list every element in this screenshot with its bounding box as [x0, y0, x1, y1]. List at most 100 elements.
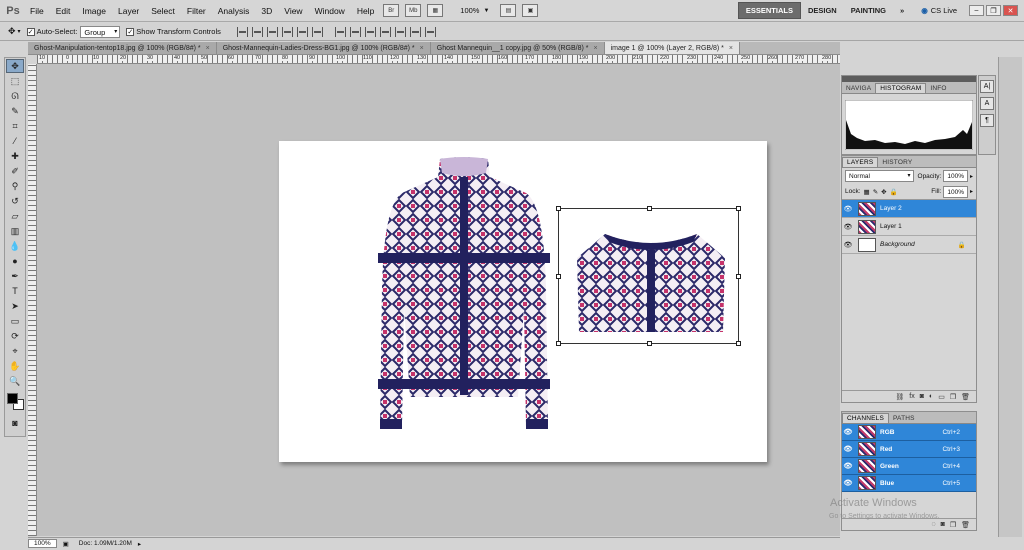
move-tool-icon[interactable]: ✥ — [6, 59, 24, 73]
link-layers-icon[interactable]: ⛓ — [895, 393, 904, 401]
channel-row-rgb[interactable]: 👁 RGB Ctrl+2 — [842, 424, 976, 441]
layer-row-background[interactable]: 👁 Background 🔒 — [842, 236, 976, 254]
visibility-eye-icon[interactable]: 👁 — [842, 479, 854, 487]
lock-transparent-icon[interactable]: ▦ — [864, 188, 870, 196]
show-transform-checkbox[interactable]: ✓ — [126, 27, 135, 36]
tab-navigator[interactable]: NAVIGA — [842, 84, 875, 93]
menu-window[interactable]: Window — [309, 6, 351, 16]
clone-stamp-icon[interactable]: ⚲ — [6, 179, 24, 193]
pen-tool-icon[interactable]: ✒ — [6, 269, 24, 283]
menu-view[interactable]: View — [278, 6, 308, 16]
auto-align-icon[interactable] — [424, 26, 436, 37]
menu-3d[interactable]: 3D — [255, 6, 278, 16]
zoom-level-select[interactable]: 100% — [460, 6, 479, 15]
fill-input[interactable]: 100% — [943, 185, 968, 198]
transform-handle[interactable] — [556, 206, 561, 211]
minimize-icon[interactable]: – — [969, 5, 984, 16]
menu-image[interactable]: Image — [76, 6, 112, 16]
opacity-input[interactable]: 100% — [943, 170, 968, 182]
auto-select-checkbox[interactable]: ✓ — [26, 27, 35, 36]
cs-live-button[interactable]: CS Live — [931, 6, 957, 15]
3d-camera-icon[interactable]: ⌖ — [6, 344, 24, 358]
new-channel-icon[interactable]: ❐ — [950, 521, 956, 529]
healing-brush-icon[interactable]: ✚ — [6, 149, 24, 163]
align-right-icon[interactable] — [311, 26, 323, 37]
channel-row-red[interactable]: 👁 Red Ctrl+3 — [842, 441, 976, 458]
tab-document-1[interactable]: Ghost-Manipulation-tentop18.jpg @ 100% (… — [28, 42, 217, 54]
save-selection-icon[interactable]: ◙ — [941, 521, 945, 528]
transform-bounding-box[interactable] — [556, 206, 741, 346]
transform-handle[interactable] — [736, 206, 741, 211]
workspace-essentials[interactable]: ESSENTIALS — [737, 2, 801, 19]
zoom-tool-icon[interactable]: 🔍 — [6, 374, 24, 388]
channel-row-blue[interactable]: 👁 Blue Ctrl+5 — [842, 475, 976, 492]
layer-mask-icon[interactable]: ◙ — [920, 393, 924, 400]
crop-tool-icon[interactable]: ⌗ — [6, 119, 24, 133]
visibility-eye-icon[interactable]: 👁 — [842, 241, 854, 249]
visibility-eye-icon[interactable]: 👁 — [842, 462, 854, 470]
align-top-icon[interactable] — [236, 26, 248, 37]
distribute-top-icon[interactable] — [334, 26, 346, 37]
blend-mode-select[interactable]: Normal ▾ — [845, 170, 914, 182]
foreground-color-swatch[interactable] — [7, 393, 18, 404]
move-tool-icon[interactable]: ✥ — [8, 26, 16, 37]
character-panel-icon[interactable]: A| — [980, 80, 994, 93]
status-menu-icon[interactable]: ▸ — [138, 540, 141, 548]
history-brush-icon[interactable]: ↺ — [6, 194, 24, 208]
align-vcenter-icon[interactable] — [251, 26, 263, 37]
visibility-eye-icon[interactable]: 👁 — [842, 223, 854, 231]
status-zoom-field[interactable]: 100% — [28, 539, 57, 548]
status-info-icon[interactable]: ▣ — [63, 540, 69, 548]
quick-mask-icon[interactable]: ◙ — [6, 416, 24, 430]
tab-paths[interactable]: PATHS — [889, 414, 919, 423]
hand-tool-icon[interactable]: ✋ — [6, 359, 24, 373]
shirt-image[interactable] — [378, 157, 550, 437]
tab-document-2[interactable]: Ghost-Mannequin-Ladies-Dress-BG1.jpg @ 1… — [216, 42, 431, 54]
menu-analysis[interactable]: Analysis — [212, 6, 256, 16]
shape-tool-icon[interactable]: ▭ — [6, 314, 24, 328]
close-tab-icon[interactable]: × — [729, 45, 733, 52]
transform-handle[interactable] — [736, 274, 741, 279]
extras-icon[interactable]: ▦ — [427, 4, 444, 17]
load-selection-icon[interactable]: ◌ — [931, 521, 935, 528]
align-left-icon[interactable] — [281, 26, 293, 37]
distribute-left-icon[interactable] — [379, 26, 391, 37]
align-hcenter-icon[interactable] — [296, 26, 308, 37]
eraser-tool-icon[interactable]: ▱ — [6, 209, 24, 223]
tab-document-3[interactable]: Ghost Mannequin__1 copy.jpg @ 50% (RGB/8… — [430, 42, 605, 54]
transform-handle[interactable] — [556, 274, 561, 279]
transform-handle[interactable] — [647, 206, 652, 211]
marquee-tool-icon[interactable]: ⬚ — [6, 74, 24, 88]
3d-rotate-icon[interactable]: ⟳ — [6, 329, 24, 343]
pilcrow-icon[interactable]: ¶ — [980, 114, 994, 127]
paragraph-panel-icon[interactable]: A — [980, 97, 994, 110]
tab-layers[interactable]: LAYERS — [842, 157, 879, 167]
quick-select-tool-icon[interactable]: ✎ — [6, 104, 24, 118]
delete-channel-icon[interactable]: 🗑 — [961, 521, 970, 529]
layer-row-layer-1[interactable]: 👁 Layer 1 — [842, 218, 976, 236]
adjustment-layer-icon[interactable]: ◐ — [929, 393, 933, 400]
menu-file[interactable]: File — [24, 6, 50, 16]
type-tool-icon[interactable]: T — [6, 284, 24, 298]
gradient-tool-icon[interactable]: ▥ — [6, 224, 24, 238]
align-bottom-icon[interactable] — [266, 26, 278, 37]
more-workspaces-button[interactable]: » — [893, 3, 911, 18]
lock-position-icon[interactable]: ✥ — [881, 188, 886, 196]
color-swatches[interactable] — [5, 389, 25, 415]
transform-handle[interactable] — [556, 341, 561, 346]
restore-icon[interactable]: ❐ — [986, 5, 1001, 16]
tab-channels[interactable]: CHANNELS — [842, 413, 889, 423]
menu-filter[interactable]: Filter — [181, 6, 212, 16]
tab-history[interactable]: HISTORY — [878, 158, 916, 167]
tab-histogram[interactable]: HISTOGRAM — [875, 83, 927, 93]
menu-select[interactable]: Select — [145, 6, 181, 16]
menu-layer[interactable]: Layer — [112, 6, 145, 16]
tool-preset-chevron-icon[interactable]: ▾ — [18, 28, 21, 35]
menu-edit[interactable]: Edit — [50, 6, 77, 16]
lock-image-icon[interactable]: ✎ — [873, 188, 878, 196]
arrange-documents-icon[interactable]: ▤ — [500, 4, 517, 17]
lock-all-icon[interactable]: 🔒 — [890, 188, 898, 196]
tab-info[interactable]: INFO — [926, 84, 950, 93]
tab-document-4[interactable]: image 1 @ 100% (Layer 2, RGB/8) * × — [604, 42, 740, 54]
minibridge-button[interactable]: Mb — [405, 4, 422, 17]
